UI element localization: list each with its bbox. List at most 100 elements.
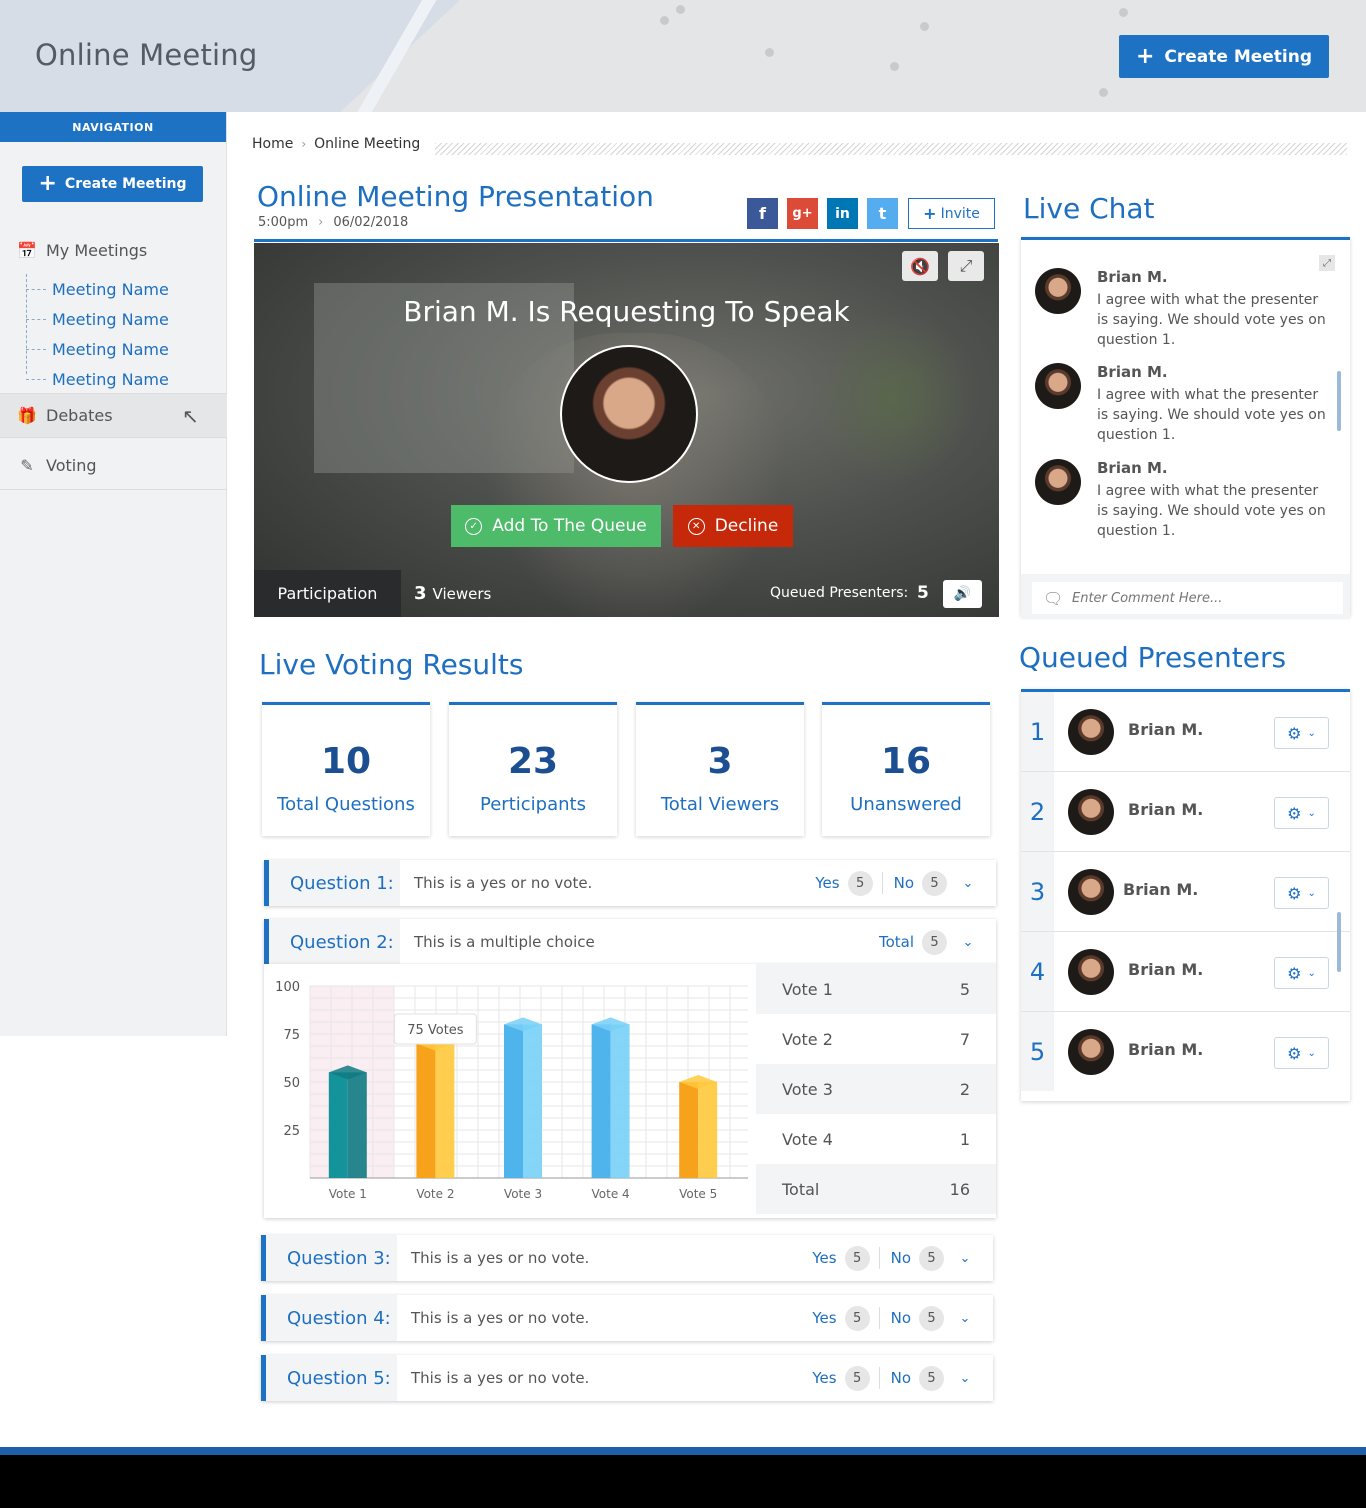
meetings-tree: Meeting Name Meeting Name Meeting Name M… xyxy=(26,274,226,394)
yes-label: Yes xyxy=(812,1249,837,1267)
decor-dot xyxy=(920,22,929,31)
presentation-date: 06/02/2018 xyxy=(333,215,409,230)
mute-icon[interactable]: 🔇 xyxy=(902,251,938,281)
chart-y-tick-label: 25 xyxy=(283,1124,300,1139)
question-row-3[interactable]: Question 3: This is a yes or no vote. Ye… xyxy=(261,1235,993,1281)
yes-count: 5 xyxy=(844,1245,870,1271)
speaker-icon[interactable]: 🔊 xyxy=(943,580,982,608)
invite-label: Invite xyxy=(940,205,980,222)
chevron-down-icon[interactable]: ⌄ xyxy=(956,876,980,891)
question-desc: This is a yes or no vote. xyxy=(414,874,593,892)
yes-label: Yes xyxy=(812,1369,837,1387)
chat-comment-input[interactable] xyxy=(1032,582,1343,614)
chevron-down-icon: ⌄ xyxy=(1307,727,1316,739)
chat-input-bar: 🗨 xyxy=(1021,574,1350,619)
chevron-down-icon[interactable]: ⌄ xyxy=(953,1311,977,1326)
decline-button[interactable]: ✕ Decline xyxy=(673,505,793,547)
yes-count: 5 xyxy=(844,1365,870,1391)
sidebar-meeting-item[interactable]: Meeting Name xyxy=(26,334,226,364)
presenter-settings-button[interactable]: ⚙ ⌄ xyxy=(1274,957,1329,989)
chevron-down-icon[interactable]: ⌄ xyxy=(953,1371,977,1386)
add-to-queue-button[interactable]: ✓ Add To The Queue xyxy=(451,505,661,547)
sidebar-meeting-item[interactable]: Meeting Name xyxy=(26,304,226,334)
sidebar-item-voting[interactable]: ✎ Voting xyxy=(0,442,227,490)
stat-card: 16 Unanswered xyxy=(822,702,990,836)
presenter-name: Brian M. xyxy=(1123,880,1199,899)
presenter-settings-button[interactable]: ⚙ ⌄ xyxy=(1274,1037,1329,1069)
vote-table: Vote 1 5 Vote 2 7 Vote 3 2 Vote 4 1 Total 16 xyxy=(756,964,996,1218)
no-count: 5 xyxy=(922,870,947,896)
question-name: Question 1: xyxy=(269,860,400,906)
vote-value: 16 xyxy=(949,1179,970,1199)
app-header: Online Meeting + Create Meeting xyxy=(0,0,1366,112)
header-create-meeting-button[interactable]: + Create Meeting xyxy=(1119,35,1329,78)
viewers-count: 3 Viewers xyxy=(414,583,491,604)
chart-bar-right xyxy=(610,1024,630,1178)
add-to-queue-label: Add To The Queue xyxy=(492,516,647,536)
google-plus-icon[interactable]: g+ xyxy=(787,198,818,229)
participation-tab[interactable]: Participation xyxy=(254,570,401,617)
vote-label: Vote 3 xyxy=(782,1079,833,1099)
chat-scrollbar[interactable] xyxy=(1337,371,1341,431)
question-row-2[interactable]: Question 2: This is a multiple choice To… xyxy=(264,919,996,965)
presenter-row: 5 Brian M. ⚙ ⌄ xyxy=(1021,1012,1350,1092)
no-label: No xyxy=(890,1249,911,1267)
stat-value: 23 xyxy=(507,741,559,782)
video-stage[interactable]: 🔇 ⤢ Brian M. Is Requesting To Speak ✓ Ad… xyxy=(254,243,999,617)
chart-bar-left xyxy=(504,1024,523,1178)
avatar xyxy=(1035,268,1081,314)
meeting-name: Meeting Name xyxy=(52,369,169,389)
presenter-index: 3 xyxy=(1021,852,1054,931)
decor-dot xyxy=(660,16,669,25)
presenter-settings-button[interactable]: ⚙ ⌄ xyxy=(1274,797,1329,829)
stat-card: 3 Total Viewers xyxy=(636,702,804,836)
expand-icon[interactable]: ⤢ xyxy=(1319,255,1335,271)
chart-bar-left xyxy=(591,1024,611,1178)
question-desc: This is a yes or no vote. xyxy=(411,1249,590,1267)
presenter-settings-button[interactable]: ⚙ ⌄ xyxy=(1274,717,1329,749)
twitter-icon[interactable]: t xyxy=(867,198,898,229)
chevron-down-icon[interactable]: ⌄ xyxy=(956,935,980,950)
no-count: 5 xyxy=(919,1245,944,1271)
presentation-meta: 5:00pm › 06/02/2018 xyxy=(258,215,408,230)
question-row-5[interactable]: Question 5: This is a yes or no vote. Ye… xyxy=(261,1355,993,1401)
sidebar-debates-label: Debates xyxy=(46,406,113,425)
avatar xyxy=(1068,1029,1114,1075)
fullscreen-icon[interactable]: ⤢ xyxy=(948,251,984,281)
sidebar-item-debates[interactable]: 🎁 Debates ↖ xyxy=(0,393,227,438)
vote-value: 2 xyxy=(959,1079,970,1099)
divider xyxy=(881,872,883,894)
yes-count: 5 xyxy=(844,1305,870,1331)
question-row-4[interactable]: Question 4: This is a yes or no vote. Ye… xyxy=(261,1295,993,1341)
chart-x-tick-label: Vote 1 xyxy=(329,1187,367,1201)
chart-x-tick-label: Vote 3 xyxy=(504,1187,542,1201)
avatar xyxy=(560,345,698,483)
sidebar-meeting-item[interactable]: Meeting Name xyxy=(26,364,226,394)
breadcrumb: Home › Online Meeting xyxy=(252,136,420,152)
gear-icon: ⚙ xyxy=(1287,963,1302,983)
breadcrumb-home[interactable]: Home xyxy=(252,136,293,152)
sidebar-item-my-meetings[interactable]: 📅 My Meetings xyxy=(0,238,227,262)
chat-text: I agree with what the presenter is sayin… xyxy=(1097,483,1326,539)
no-count: 5 xyxy=(919,1305,944,1331)
vote-table-row: Vote 2 7 xyxy=(756,1014,996,1064)
vote-value: 7 xyxy=(959,1029,970,1049)
facebook-icon[interactable]: f xyxy=(747,198,778,229)
sidebar-meeting-item[interactable]: Meeting Name xyxy=(26,274,226,304)
linkedin-icon[interactable]: in xyxy=(827,198,858,229)
chart-bar-right xyxy=(347,1072,367,1178)
chart-y-tick-label: 50 xyxy=(283,1076,300,1091)
question-row-1[interactable]: Question 1: This is a yes or no vote. Ye… xyxy=(264,860,996,906)
sidebar-create-meeting-button[interactable]: + Create Meeting xyxy=(22,166,203,202)
vote-bar-chart: 25 50 75 100 Vote 1 Vote 2 Vote 3 Vote 4 Vote 5 7… xyxy=(275,980,748,1201)
presenter-settings-button[interactable]: ⚙ ⌄ xyxy=(1274,877,1329,909)
avatar xyxy=(1068,869,1114,915)
presenters-scrollbar[interactable] xyxy=(1337,912,1341,972)
voting-title: Live Voting Results xyxy=(259,648,524,681)
question-name: Question 5: xyxy=(266,1355,397,1401)
chevron-down-icon[interactable]: ⌄ xyxy=(953,1251,977,1266)
total-label: Total xyxy=(878,933,914,951)
invite-button[interactable]: + Invite xyxy=(908,198,995,229)
chevron-down-icon: ⌄ xyxy=(1307,1047,1316,1059)
avatar xyxy=(1068,789,1114,835)
